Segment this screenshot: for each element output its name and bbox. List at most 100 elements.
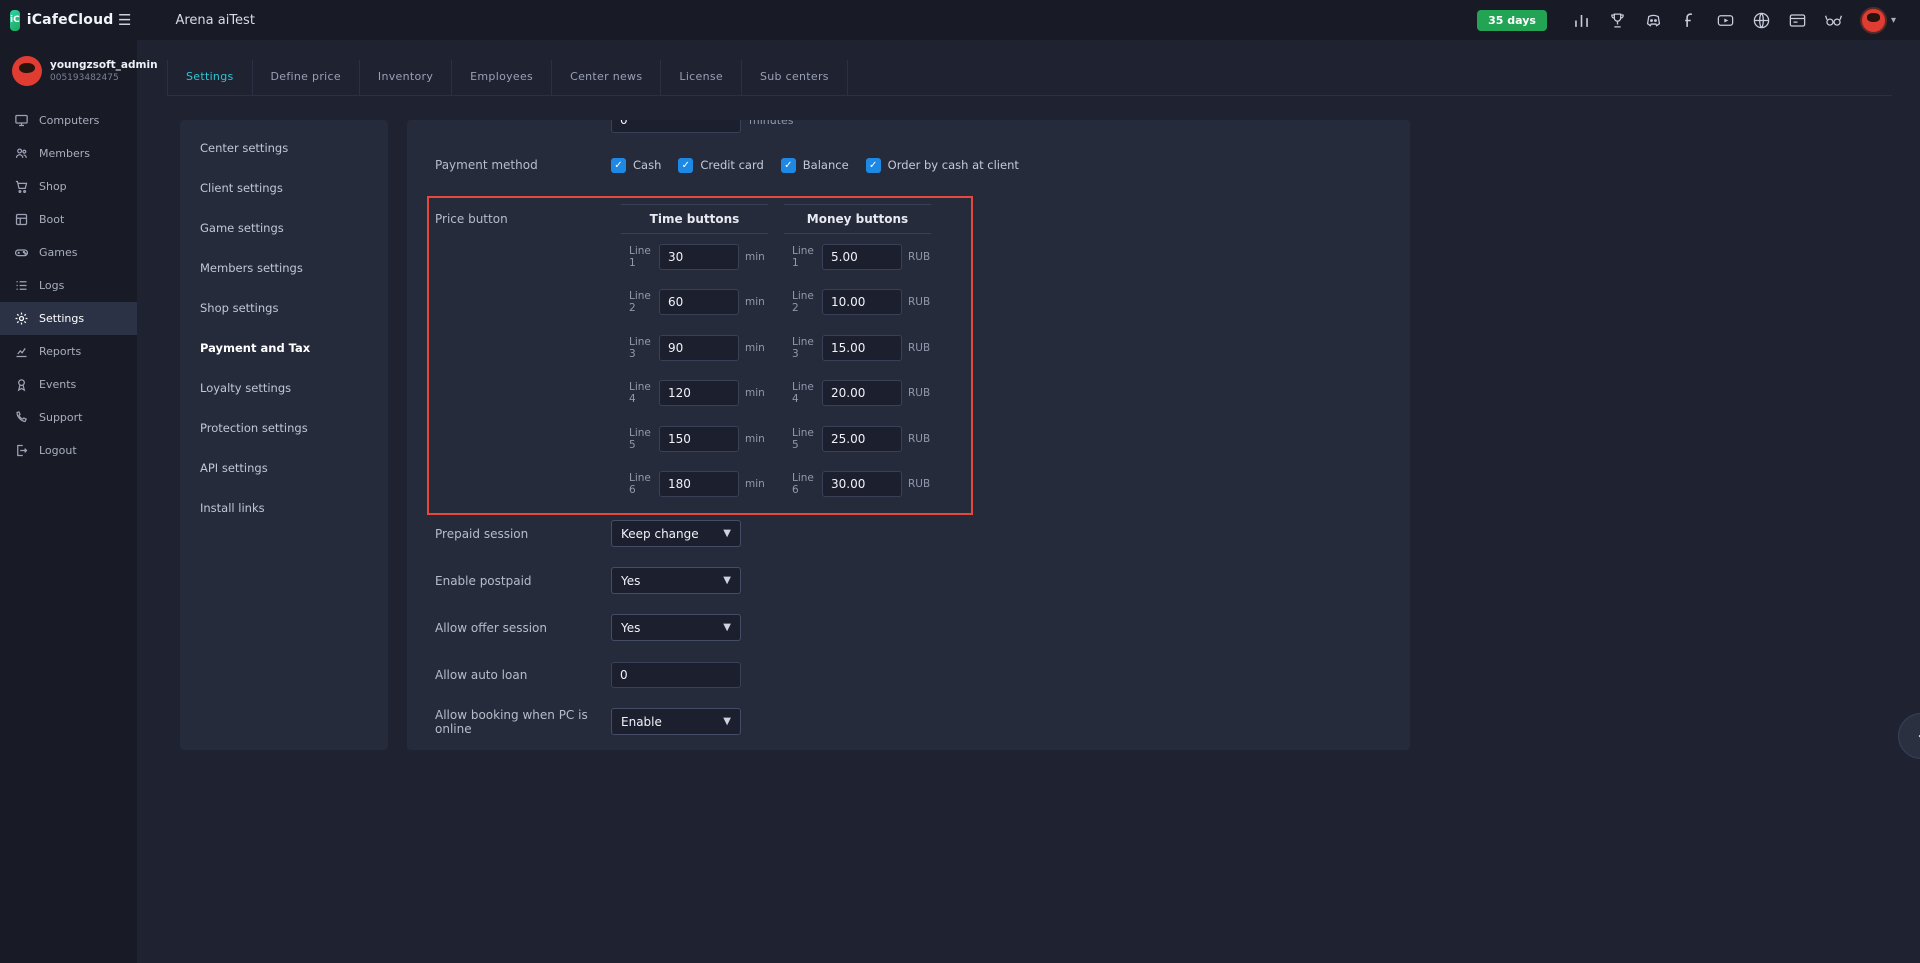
sidebar-item-label: Support bbox=[39, 411, 82, 424]
money-line-2-input[interactable] bbox=[822, 289, 902, 315]
settings-nav-api-settings[interactable]: API settings bbox=[180, 448, 388, 488]
list-icon bbox=[14, 278, 29, 293]
payment-option-credit-card[interactable]: Credit card bbox=[678, 158, 763, 173]
time-line-4-input[interactable] bbox=[659, 380, 739, 406]
payment-option-cash[interactable]: Cash bbox=[611, 158, 661, 173]
sidebar-item-shop[interactable]: Shop bbox=[0, 170, 137, 203]
sidebar-item-reports[interactable]: Reports bbox=[0, 335, 137, 368]
user-menu[interactable]: ▾ bbox=[1860, 7, 1896, 34]
money-line-2-row: Line 2 RUB bbox=[784, 280, 931, 326]
tab-inventory[interactable]: Inventory bbox=[360, 60, 452, 96]
allow-offer-session-row: Allow offer session Yes ▼ bbox=[435, 604, 1410, 651]
sidebar-item-logs[interactable]: Logs bbox=[0, 269, 137, 302]
allow-booking-select[interactable]: Enable ▼ bbox=[611, 708, 741, 735]
sidebar-item-label: Shop bbox=[39, 180, 67, 193]
sidebar-item-members[interactable]: Members bbox=[0, 137, 137, 170]
money-line-4-input[interactable] bbox=[822, 380, 902, 406]
chevron-down-icon: ▼ bbox=[723, 575, 731, 586]
settings-nav-game-settings[interactable]: Game settings bbox=[180, 208, 388, 248]
settings-side-nav: Center settings Client settings Game set… bbox=[180, 120, 388, 750]
topbar: iC iCafeCloud ☰ Arena aiTest 35 days bbox=[0, 0, 1920, 40]
prepaid-session-row: Prepaid session Keep change ▼ bbox=[435, 510, 1410, 557]
time-line-3-input[interactable] bbox=[659, 335, 739, 361]
time-line-5-input[interactable] bbox=[659, 426, 739, 452]
money-line-6-input[interactable] bbox=[822, 471, 902, 497]
settings-nav-center-settings[interactable]: Center settings bbox=[180, 128, 388, 168]
chevron-down-icon[interactable]: ▾ bbox=[1891, 15, 1896, 26]
boot-icon bbox=[14, 212, 29, 227]
sidebar-item-label: Logout bbox=[39, 444, 77, 457]
sidebar-item-logout[interactable]: Logout bbox=[0, 434, 137, 467]
tab-define-price[interactable]: Define price bbox=[253, 60, 360, 96]
youtube-icon[interactable] bbox=[1716, 11, 1735, 30]
facebook-icon[interactable] bbox=[1680, 11, 1699, 30]
tab-sub-centers[interactable]: Sub centers bbox=[742, 60, 848, 96]
allow-auto-loan-input[interactable] bbox=[611, 662, 741, 688]
enable-postpaid-label: Enable postpaid bbox=[435, 574, 611, 588]
sidebar-item-label: Logs bbox=[39, 279, 64, 292]
money-line-5-input[interactable] bbox=[822, 426, 902, 452]
trophy-icon[interactable] bbox=[1608, 11, 1627, 30]
card-icon[interactable] bbox=[1788, 11, 1807, 30]
globe-icon[interactable] bbox=[1752, 11, 1771, 30]
time-line-2-input[interactable] bbox=[659, 289, 739, 315]
settings-nav-members-settings[interactable]: Members settings bbox=[180, 248, 388, 288]
sidebar-item-label: Computers bbox=[39, 114, 99, 127]
prepaid-session-select[interactable]: Keep change ▼ bbox=[611, 520, 741, 547]
checkbox-checked-icon[interactable] bbox=[611, 158, 626, 173]
time-line-5-row: Line 5 min bbox=[621, 416, 768, 462]
tab-center-news[interactable]: Center news bbox=[552, 60, 661, 96]
settings-nav-loyalty-settings[interactable]: Loyalty settings bbox=[180, 368, 388, 408]
user-avatar[interactable] bbox=[1860, 7, 1887, 34]
settings-nav-protection-settings[interactable]: Protection settings bbox=[180, 408, 388, 448]
sidebar-item-computers[interactable]: Computers bbox=[0, 104, 137, 137]
discord-icon[interactable] bbox=[1644, 11, 1663, 30]
podium-icon[interactable] bbox=[1572, 11, 1591, 30]
sidebar-item-boot[interactable]: Boot bbox=[0, 203, 137, 236]
sidebar-user-avatar bbox=[12, 56, 42, 86]
settings-nav-shop-settings[interactable]: Shop settings bbox=[180, 288, 388, 328]
sidebar-item-games[interactable]: Games bbox=[0, 236, 137, 269]
checkbox-checked-icon[interactable] bbox=[781, 158, 796, 173]
sidebar-item-events[interactable]: Events bbox=[0, 368, 137, 401]
collapse-panel-toggle[interactable]: ‹ bbox=[1898, 713, 1920, 759]
checkbox-checked-icon[interactable] bbox=[678, 158, 693, 173]
license-days-badge[interactable]: 35 days bbox=[1477, 10, 1547, 31]
brand: iC iCafeCloud bbox=[0, 10, 104, 31]
hamburger-menu-icon[interactable]: ☰ bbox=[112, 7, 137, 33]
sidebar-item-support[interactable]: Support bbox=[0, 401, 137, 434]
enable-postpaid-select[interactable]: Yes ▼ bbox=[611, 567, 741, 594]
tab-employees[interactable]: Employees bbox=[452, 60, 552, 96]
allow-auto-loan-label: Allow auto loan bbox=[435, 668, 611, 682]
chevron-down-icon: ▼ bbox=[723, 528, 731, 539]
clipped-minutes-row: minutes bbox=[435, 120, 1410, 133]
sidebar-item-label: Reports bbox=[39, 345, 81, 358]
topbar-right: 35 days ▾ bbox=[1477, 7, 1920, 34]
time-buttons-header: Time buttons bbox=[621, 204, 768, 234]
payment-option-balance[interactable]: Balance bbox=[781, 158, 849, 173]
center-title: Arena aiTest bbox=[175, 13, 254, 28]
money-line-3-input[interactable] bbox=[822, 335, 902, 361]
settings-nav-payment-and-tax[interactable]: Payment and Tax bbox=[180, 328, 388, 368]
payment-method-row: Payment method Cash Credit card Balance … bbox=[435, 145, 1410, 185]
gamepad-icon bbox=[14, 245, 29, 260]
logout-icon bbox=[14, 443, 29, 458]
tab-license[interactable]: License bbox=[661, 60, 742, 96]
time-line-6-input[interactable] bbox=[659, 471, 739, 497]
time-line-1-input[interactable] bbox=[659, 244, 739, 270]
payment-option-order-by-cash[interactable]: Order by cash at client bbox=[866, 158, 1019, 173]
time-buttons-column: Time buttons Line 1 min Line 2 min Line … bbox=[621, 204, 768, 507]
settings-nav-install-links[interactable]: Install links bbox=[180, 488, 388, 528]
checkbox-checked-icon[interactable] bbox=[866, 158, 881, 173]
sidebar-user-name: youngzsoft_admin bbox=[50, 59, 158, 71]
time-line-1-row: Line 1 min bbox=[621, 234, 768, 280]
allow-offer-session-select[interactable]: Yes ▼ bbox=[611, 614, 741, 641]
users-icon bbox=[14, 146, 29, 161]
tab-settings[interactable]: Settings bbox=[167, 60, 253, 96]
clipped-minutes-input[interactable] bbox=[611, 120, 741, 133]
sidebar-item-label: Games bbox=[39, 246, 77, 259]
settings-nav-client-settings[interactable]: Client settings bbox=[180, 168, 388, 208]
sidebar-item-settings[interactable]: Settings bbox=[0, 302, 137, 335]
money-line-1-input[interactable] bbox=[822, 244, 902, 270]
masks-icon[interactable] bbox=[1824, 11, 1843, 30]
